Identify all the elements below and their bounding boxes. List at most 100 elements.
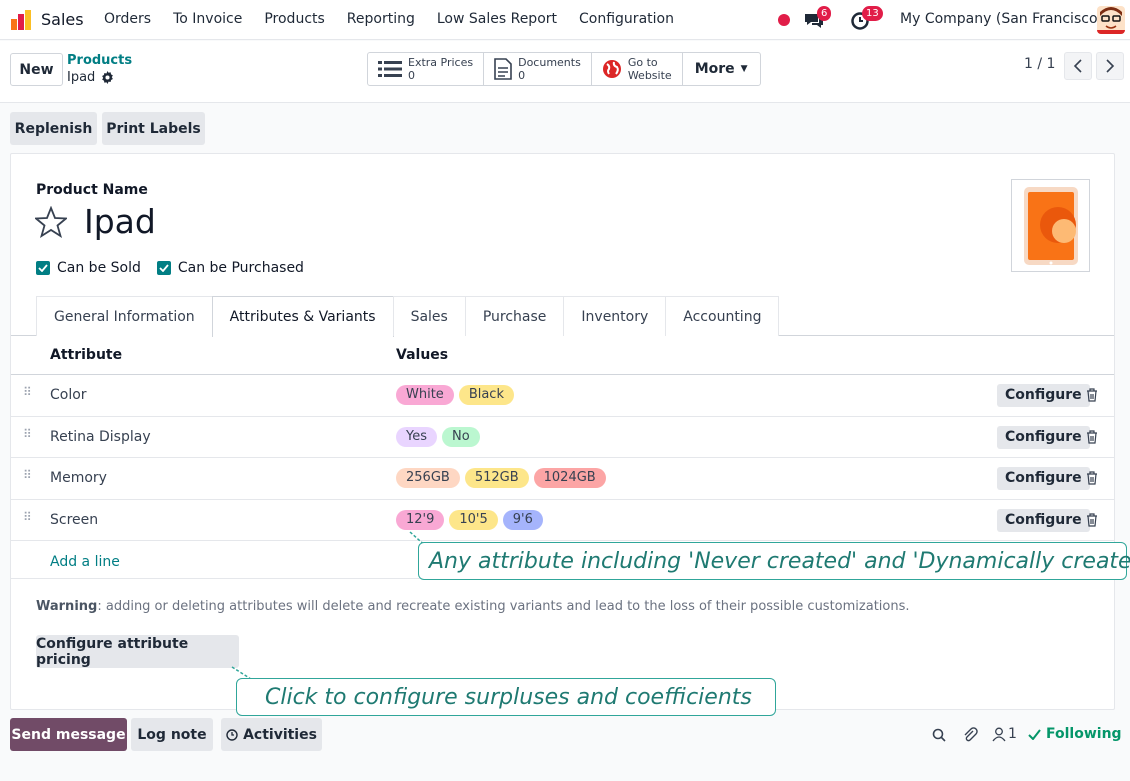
table-row[interactable]: ⠿ Screen 12'9 10'5 9'6 Configure bbox=[11, 500, 1114, 541]
value-tag: 10'5 bbox=[449, 509, 498, 530]
tab-accounting[interactable]: Accounting bbox=[665, 296, 780, 336]
followers-count[interactable]: 1 bbox=[1008, 726, 1017, 742]
attribute-column-header[interactable]: Attribute bbox=[50, 347, 122, 363]
product-image[interactable] bbox=[1011, 179, 1090, 272]
attribute-name[interactable]: Color bbox=[50, 387, 87, 403]
drag-handle-icon[interactable]: ⠿ bbox=[23, 511, 32, 523]
value-tags: White Black bbox=[396, 385, 514, 405]
checkbox-checked-icon bbox=[156, 261, 171, 275]
app-name[interactable]: Sales bbox=[41, 10, 84, 29]
more-dropdown[interactable]: More ▼ bbox=[683, 53, 760, 85]
user-icon[interactable] bbox=[992, 727, 1006, 742]
value-tag: No bbox=[442, 426, 480, 447]
trash-icon[interactable] bbox=[1086, 512, 1098, 527]
tab-purchase[interactable]: Purchase bbox=[464, 296, 565, 336]
table-row[interactable]: ⠿ Retina Display Yes No Configure bbox=[11, 417, 1114, 458]
menu-orders[interactable]: Orders bbox=[104, 11, 151, 27]
attribute-name[interactable]: Memory bbox=[50, 470, 107, 486]
drag-handle-icon[interactable]: ⠿ bbox=[23, 469, 32, 481]
documents-button[interactable]: Documents 0 bbox=[484, 53, 592, 85]
go-to-website-button[interactable]: Go to Website bbox=[592, 53, 683, 85]
log-note-button[interactable]: Log note bbox=[131, 718, 213, 751]
activity-badge: 13 bbox=[862, 6, 883, 21]
status-dot[interactable] bbox=[778, 14, 790, 26]
send-message-button[interactable]: Send message bbox=[10, 718, 127, 751]
value-tag: Black bbox=[458, 385, 514, 405]
paperclip-icon[interactable] bbox=[962, 727, 978, 743]
configure-button[interactable]: Configure bbox=[997, 508, 1090, 532]
menu-low-sales-report[interactable]: Low Sales Report bbox=[437, 11, 557, 27]
pager-previous-button[interactable] bbox=[1064, 52, 1092, 80]
product-name-field[interactable]: Ipad bbox=[84, 202, 156, 241]
value-tag: 256GB bbox=[396, 468, 460, 488]
caret-down-icon: ▼ bbox=[740, 64, 748, 74]
checkbox-checked-icon bbox=[36, 261, 50, 275]
configure-attribute-pricing-button[interactable]: Configure attribute pricing bbox=[36, 635, 239, 668]
warning-text: : adding or deleting attributes will del… bbox=[97, 599, 910, 614]
trash-icon[interactable] bbox=[1086, 471, 1098, 485]
value-tag: 9'6 bbox=[502, 509, 543, 530]
product-flags: Can be Sold Can be Purchased bbox=[36, 260, 304, 276]
chevron-left-icon bbox=[1073, 59, 1082, 73]
can-be-sold-checkbox[interactable]: Can be Sold bbox=[36, 260, 141, 276]
trash-icon[interactable] bbox=[1086, 388, 1098, 402]
list-icon bbox=[378, 61, 402, 77]
following-label: Following bbox=[1046, 726, 1122, 742]
drag-handle-icon[interactable]: ⠿ bbox=[23, 428, 32, 440]
can-be-purchased-label: Can be Purchased bbox=[177, 260, 304, 276]
table-row[interactable]: ⠿ Color White Black Configure bbox=[11, 375, 1114, 417]
go-to-label: Go to bbox=[627, 56, 658, 69]
add-line-link[interactable]: Add a line bbox=[50, 554, 120, 570]
variants-warning: Warning: adding or deleting attributes w… bbox=[36, 599, 910, 614]
extra-prices-label: Extra Prices bbox=[408, 56, 474, 69]
configure-button[interactable]: Configure bbox=[997, 425, 1090, 449]
gear-icon[interactable] bbox=[101, 71, 114, 84]
top-navbar: Sales Orders To Invoice Products Reporti… bbox=[0, 0, 1130, 40]
company-switcher[interactable]: My Company (San Francisco) bbox=[900, 11, 1103, 27]
website-label: Website bbox=[627, 69, 672, 82]
document-icon bbox=[494, 58, 512, 80]
tab-general-information[interactable]: General Information bbox=[36, 296, 213, 336]
configure-button[interactable]: Configure bbox=[997, 467, 1090, 490]
user-avatar[interactable] bbox=[1097, 6, 1125, 34]
value-tags: Yes No bbox=[396, 426, 480, 447]
menu-to-invoice[interactable]: To Invoice bbox=[173, 11, 242, 27]
trash-icon[interactable] bbox=[1086, 429, 1098, 444]
table-row[interactable]: ⠿ Memory 256GB 512GB 1024GB Configure bbox=[11, 458, 1114, 500]
menu-reporting[interactable]: Reporting bbox=[347, 11, 415, 27]
breadcrumb-current: Ipad bbox=[67, 70, 114, 85]
value-tag: 1024GB bbox=[533, 468, 606, 488]
sales-app-icon[interactable] bbox=[10, 9, 32, 31]
menu-products[interactable]: Products bbox=[264, 11, 324, 27]
form-sheet: Product Name Ipad Can be Sold Can be Pur… bbox=[10, 153, 1115, 710]
attribute-name[interactable]: Retina Display bbox=[50, 429, 151, 445]
main-menu: Orders To Invoice Products Reporting Low… bbox=[104, 11, 674, 27]
print-labels-button[interactable]: Print Labels bbox=[102, 112, 205, 145]
menu-configuration[interactable]: Configuration bbox=[579, 11, 674, 27]
pager-next-button[interactable] bbox=[1096, 52, 1124, 80]
extra-prices-button[interactable]: Extra Prices 0 bbox=[368, 53, 485, 85]
tab-sales[interactable]: Sales bbox=[392, 296, 466, 336]
configure-button[interactable]: Configure bbox=[997, 384, 1090, 407]
attribute-name[interactable]: Screen bbox=[50, 512, 98, 528]
following-button[interactable]: Following bbox=[1028, 726, 1122, 742]
favorite-star-icon[interactable] bbox=[35, 206, 67, 238]
pricing-callout: Click to configure surpluses and coeffic… bbox=[236, 678, 776, 716]
drag-handle-icon[interactable]: ⠿ bbox=[23, 386, 32, 398]
value-tags: 256GB 512GB 1024GB bbox=[396, 468, 606, 488]
new-button[interactable]: New bbox=[10, 53, 63, 86]
activities-button[interactable]: Activities bbox=[221, 718, 322, 751]
values-column-header[interactable]: Values bbox=[396, 347, 448, 363]
value-tag: White bbox=[396, 385, 454, 405]
globe-icon bbox=[602, 60, 621, 78]
can-be-purchased-checkbox[interactable]: Can be Purchased bbox=[156, 260, 304, 276]
value-tag: 12'9 bbox=[396, 509, 445, 530]
search-icon[interactable] bbox=[932, 728, 946, 742]
replenish-button[interactable]: Replenish bbox=[10, 112, 97, 145]
pager-value[interactable]: 1 / 1 bbox=[1024, 56, 1055, 72]
documents-label: Documents bbox=[518, 56, 581, 69]
documents-value: 0 bbox=[518, 69, 526, 82]
breadcrumb-products[interactable]: Products bbox=[67, 53, 132, 68]
tab-inventory[interactable]: Inventory bbox=[563, 296, 667, 336]
tab-attributes-variants[interactable]: Attributes & Variants bbox=[211, 296, 394, 337]
